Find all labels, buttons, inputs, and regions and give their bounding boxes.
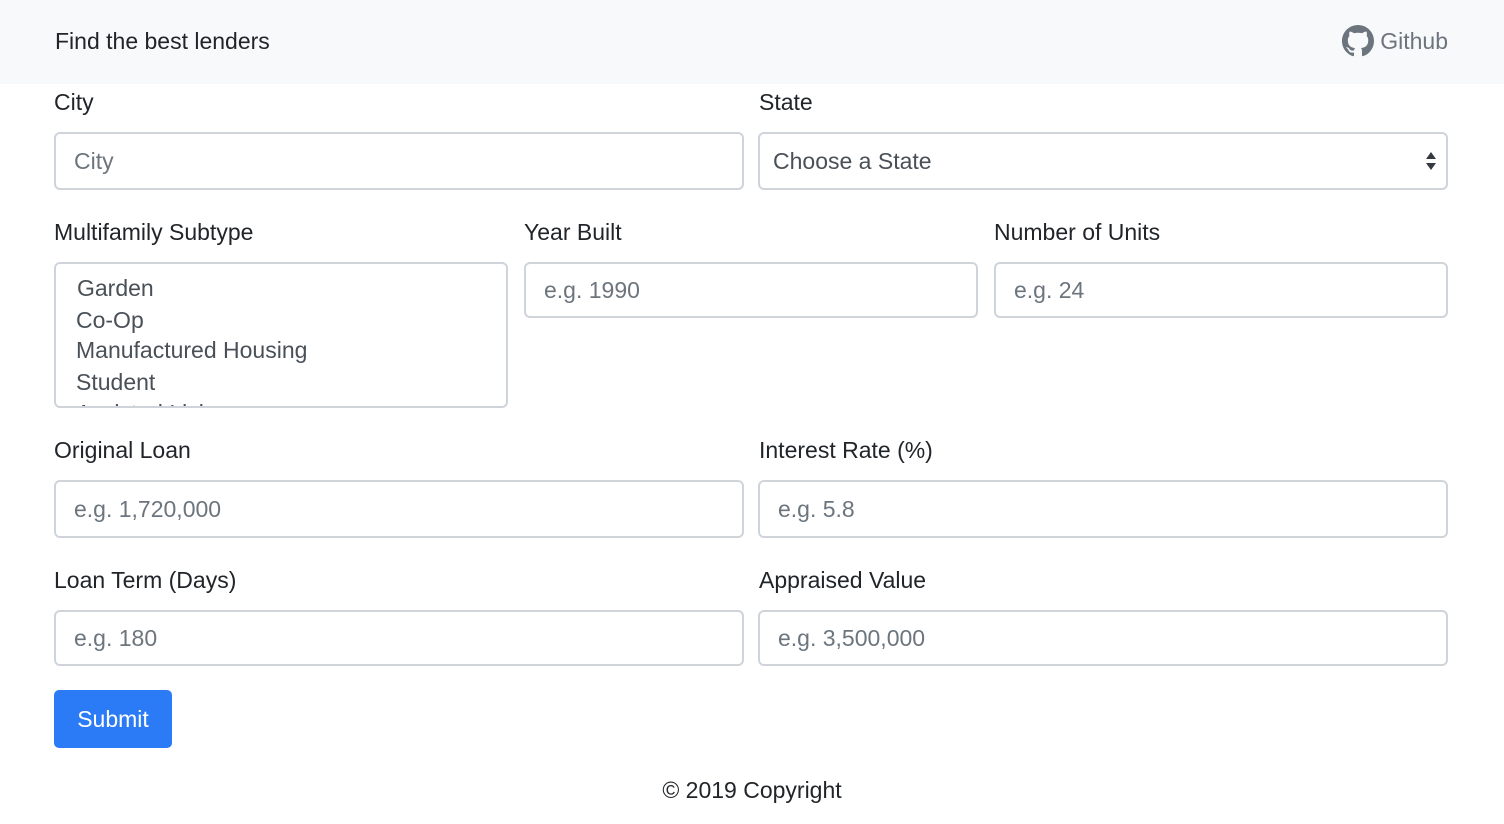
interest-rate-input[interactable] (758, 480, 1448, 538)
city-label: City (54, 89, 94, 115)
subtype-option-garden[interactable]: Garden (77, 273, 154, 303)
units-input[interactable] (994, 262, 1448, 318)
year-built-input[interactable] (524, 262, 978, 318)
units-label: Number of Units (994, 219, 1161, 245)
interest-rate-label: Interest Rate (%) (759, 437, 933, 463)
select-arrows-icon (1426, 152, 1436, 170)
year-built-label: Year Built (524, 219, 622, 245)
loan-term-label: Loan Term (Days) (54, 567, 237, 593)
subtype-listbox[interactable]: Garden Co-Op Manufactured Housing Studen… (54, 262, 508, 408)
subtype-label: Multifamily Subtype (54, 219, 254, 245)
github-label: Github (1380, 27, 1448, 54)
original-loan-label: Original Loan (54, 437, 191, 463)
subtype-option-manufactured-housing[interactable]: Manufactured Housing (76, 335, 307, 365)
subtype-option-assisted-living[interactable]: Assisted Living (76, 398, 229, 406)
state-label: State (759, 89, 813, 115)
navbar: Find the best lenders Github (0, 0, 1504, 84)
original-loan-input[interactable] (54, 480, 744, 538)
subtype-option-co-op[interactable]: Co-Op (76, 305, 144, 335)
city-input[interactable] (54, 132, 744, 190)
submit-button[interactable]: Submit (54, 690, 172, 748)
github-icon (1342, 25, 1375, 57)
state-selected-value: Choose a State (773, 148, 932, 174)
github-link[interactable]: Github (1342, 24, 1448, 58)
appraised-value-label: Appraised Value (759, 567, 927, 593)
appraised-value-input[interactable] (758, 610, 1448, 666)
brand-title[interactable]: Find the best lenders (55, 26, 270, 56)
footer-copyright: © 2019 Copyright (662, 777, 842, 803)
loan-term-input[interactable] (54, 610, 744, 666)
state-select[interactable]: Choose a State (758, 132, 1448, 190)
subtype-option-student[interactable]: Student (76, 367, 155, 397)
